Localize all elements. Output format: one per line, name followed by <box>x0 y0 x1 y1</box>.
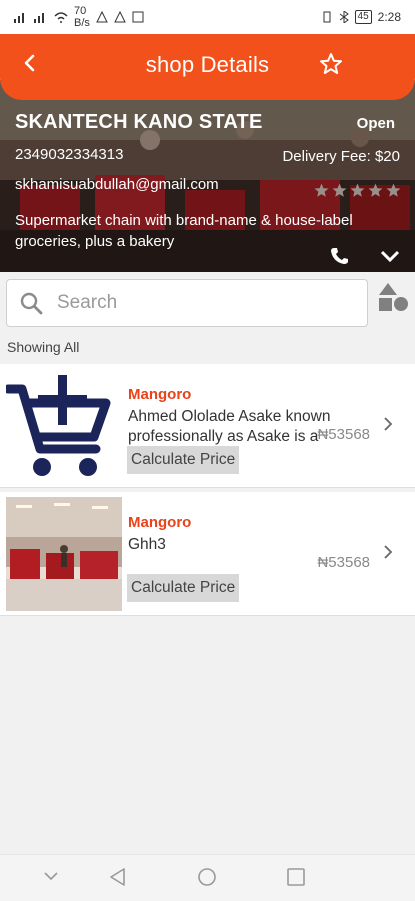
network-speed: 70 B/s <box>74 5 90 29</box>
star-icon <box>332 183 347 197</box>
search-icon <box>20 292 43 315</box>
phone-icon <box>331 248 348 264</box>
signal-icon <box>34 13 44 23</box>
nav-home-button[interactable] <box>197 867 217 892</box>
expand-button[interactable] <box>379 246 401 271</box>
open-product-button[interactable] <box>383 544 393 565</box>
battery-icon: 45 <box>354 10 372 24</box>
category-filter-button[interactable] <box>377 281 409 318</box>
chevron-down-icon <box>44 872 58 881</box>
page-title: shop Details <box>145 52 270 77</box>
delivery-fee: Delivery Fee: $20 <box>282 148 400 165</box>
star-icon <box>368 183 383 197</box>
square-recents-icon <box>287 868 305 886</box>
status-left: 70 B/s <box>14 5 144 29</box>
product-image <box>6 369 122 483</box>
rating-stars <box>314 183 401 198</box>
search-input[interactable] <box>55 291 339 315</box>
cart-plus-icon <box>6 369 122 483</box>
shapes-icon <box>379 283 408 311</box>
star-icon <box>350 183 365 197</box>
calculate-price-button[interactable]: Calculate Price <box>127 574 240 602</box>
system-nav-bar <box>0 854 415 901</box>
product-brand: Mangoro <box>128 386 192 403</box>
status-bar: 70 B/s 45 2:28 <box>0 0 415 34</box>
signal-icon <box>14 13 24 23</box>
favorite-button[interactable] <box>317 50 345 78</box>
product-price: ₦53568 <box>317 554 370 571</box>
wifi-icon <box>54 12 68 23</box>
vibrate-icon <box>323 11 331 23</box>
clock: 2:28 <box>377 10 401 24</box>
search-bar[interactable] <box>6 279 368 327</box>
chevron-down-icon <box>380 250 400 263</box>
product-name: Ahmed Ololade Asake known professionally… <box>128 408 331 445</box>
nav-hide-button[interactable] <box>42 867 60 890</box>
star-outline-icon <box>320 53 342 74</box>
triangle-back-icon <box>110 868 125 886</box>
product-price: ₦53568 <box>317 426 370 443</box>
filter-label: Showing All <box>7 339 80 355</box>
product-card[interactable]: Mangoro Ghh3 ₦53568 Calculate Price <box>0 492 415 616</box>
nav-back-button[interactable] <box>108 867 128 892</box>
shop-description: Supermarket chain with brand-name & hous… <box>15 212 353 250</box>
star-icon <box>314 183 329 197</box>
open-product-button[interactable] <box>383 416 393 437</box>
shop-phone: 2349032334313 <box>15 146 124 163</box>
product-card[interactable]: Mangoro Ahmed Ololade Asake known profes… <box>0 364 415 488</box>
star-icon <box>386 183 401 197</box>
shop-email: skhamisuabdullah@gmail.com <box>15 176 219 193</box>
chevron-right-icon <box>384 417 393 431</box>
shop-banner: SKANTECH KANO STATE Open 2349032334313 D… <box>0 80 415 272</box>
app-header: shop Details <box>0 34 415 100</box>
product-brand: Mangoro <box>128 514 192 531</box>
product-image <box>6 497 122 611</box>
bluetooth-icon <box>339 11 349 23</box>
call-button[interactable] <box>329 246 351 271</box>
warning-icon <box>96 11 108 23</box>
circle-home-icon <box>198 868 216 886</box>
chevron-right-icon <box>384 545 393 559</box>
calculate-price-button[interactable]: Calculate Price <box>127 446 240 474</box>
status-right: 45 2:28 <box>321 10 401 24</box>
supermarket-photo <box>6 497 122 611</box>
nav-recents-button[interactable] <box>286 867 306 892</box>
shop-name: SKANTECH KANO STATE <box>15 111 263 133</box>
shop-status-badge: Open <box>356 115 395 132</box>
gallery-icon <box>132 11 144 23</box>
product-name: Ghh3 <box>128 536 166 553</box>
warning-icon <box>114 11 126 23</box>
